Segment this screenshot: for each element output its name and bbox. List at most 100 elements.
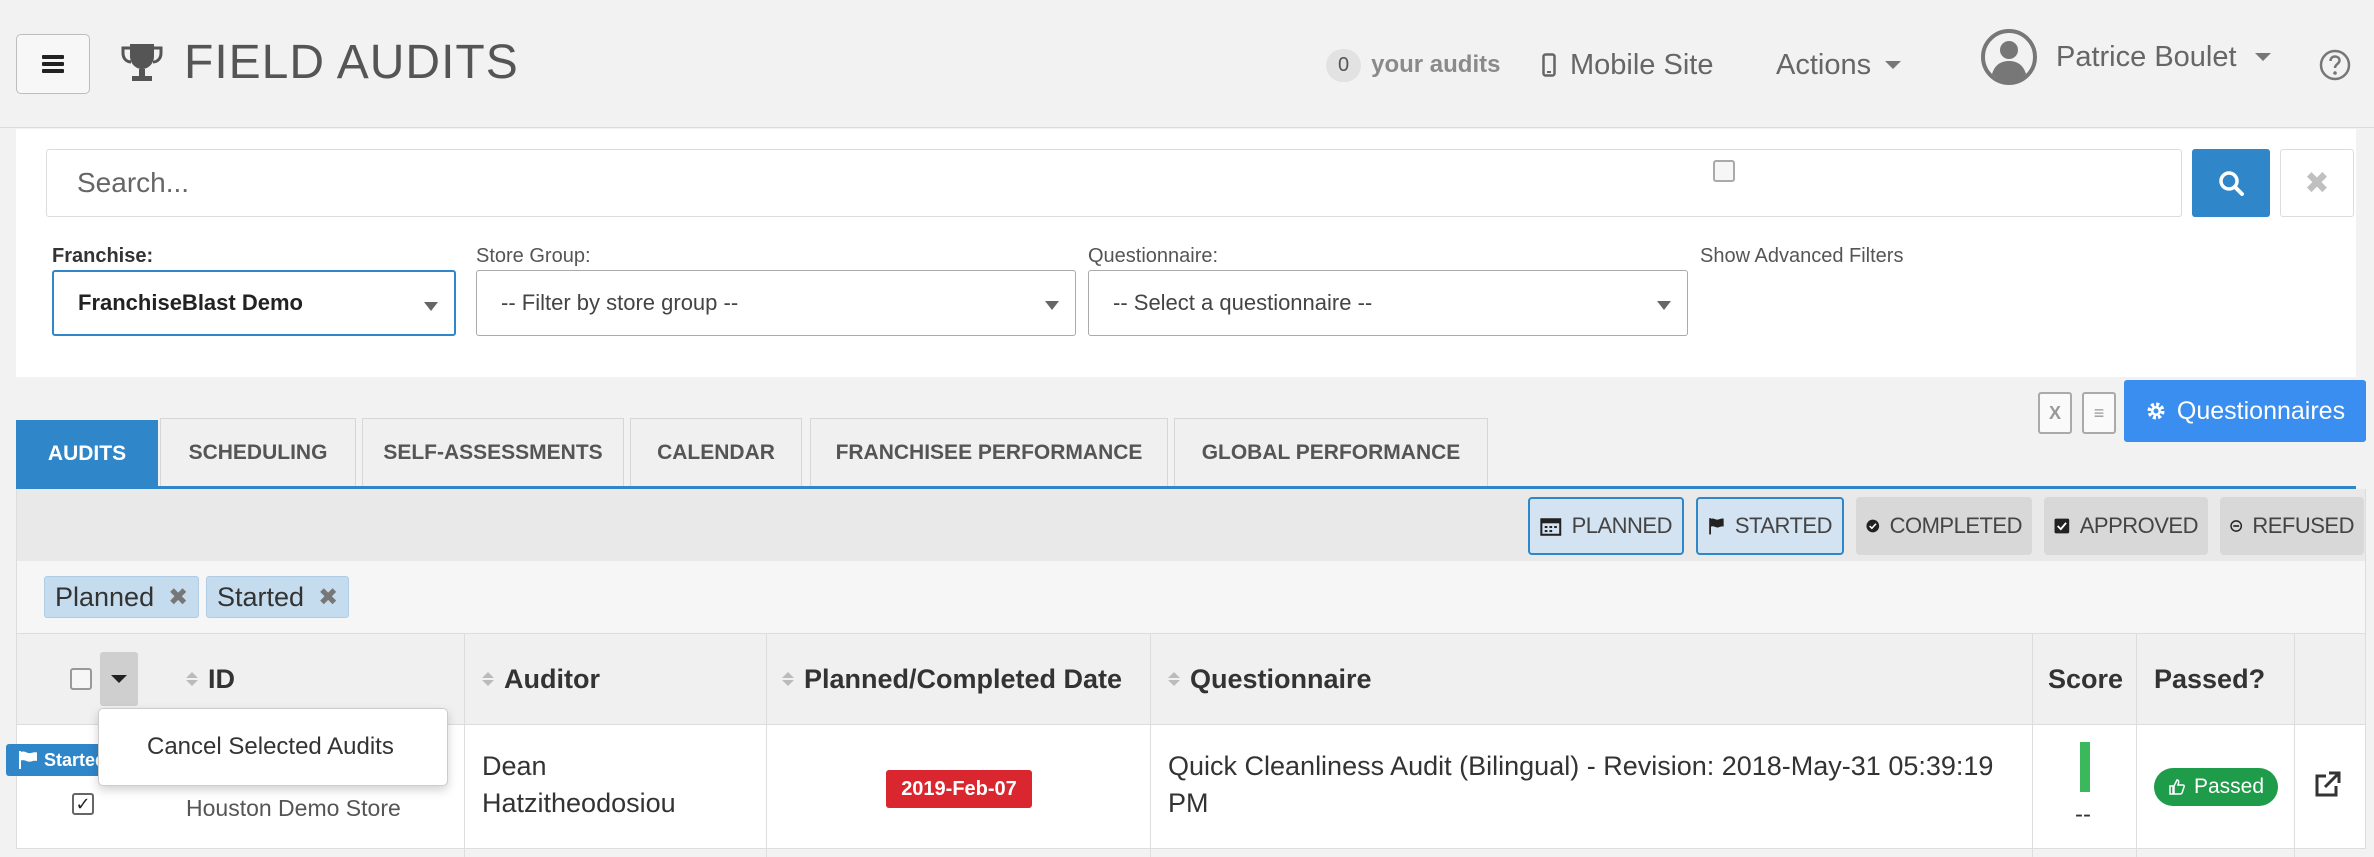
- tab-scheduling[interactable]: SCHEDULING: [160, 418, 356, 486]
- flag-icon: [18, 751, 37, 769]
- column-header-score: Score: [2048, 633, 2123, 725]
- gear-icon: [2147, 402, 2165, 420]
- column-divider: [766, 633, 767, 857]
- check-circle-icon: [1866, 519, 1880, 533]
- close-icon[interactable]: ✖: [168, 583, 188, 612]
- column-header-passed: Passed?: [2154, 633, 2265, 725]
- questionnaires-button[interactable]: Questionnaires: [2124, 380, 2366, 442]
- help-button[interactable]: [2318, 30, 2352, 100]
- chip-started[interactable]: Started ✖: [206, 576, 350, 618]
- document-export-icon[interactable]: ≡: [2082, 392, 2116, 434]
- chevron-down-icon: [111, 675, 127, 683]
- column-divider: [2136, 633, 2137, 857]
- column-divider: [1150, 633, 1151, 857]
- column-header-date-label: Planned/Completed Date: [804, 663, 1123, 694]
- advanced-filters-checkbox[interactable]: [1713, 160, 1735, 182]
- auditor-name-last: Hatzitheodosiou: [482, 788, 676, 818]
- tab-self-assessments[interactable]: SELF-ASSESSMENTS: [362, 418, 624, 486]
- questionnaire-value: -- Select a questionnaire --: [1113, 290, 1373, 315]
- sort-icon: [482, 672, 494, 686]
- chevron-down-icon: [424, 302, 438, 311]
- status-planned-label: PLANNED: [1571, 513, 1673, 538]
- auditor-name-first: Dean: [482, 751, 547, 781]
- status-started-label: STARTED: [1734, 513, 1833, 538]
- close-icon: ✖: [2304, 166, 2330, 200]
- store-group-value: -- Filter by store group --: [501, 290, 739, 315]
- column-header-passed-label: Passed?: [2154, 663, 2266, 694]
- passed-badge: Passed: [2154, 768, 2278, 806]
- search-button[interactable]: [2192, 149, 2270, 217]
- status-started-button[interactable]: STARTED: [1696, 497, 1844, 555]
- actions-dropdown[interactable]: Actions: [1776, 30, 1902, 100]
- chevron-down-icon: [1657, 301, 1671, 310]
- column-header-score-label: Score: [2048, 663, 2124, 694]
- mobile-site-link[interactable]: Mobile Site: [1542, 30, 1713, 100]
- excel-export-icon[interactable]: X: [2038, 392, 2072, 434]
- user-menu[interactable]: Patrice Boulet: [1980, 22, 2271, 92]
- column-divider: [2032, 633, 2033, 857]
- column-header-date[interactable]: Planned/Completed Date: [782, 633, 1122, 725]
- franchise-select[interactable]: FranchiseBlast Demo: [52, 270, 456, 336]
- user-name: Patrice Boulet: [2056, 40, 2237, 73]
- search-input[interactable]: [46, 149, 2182, 217]
- open-audit-link[interactable]: [2312, 770, 2342, 805]
- column-header-auditor-label: Auditor: [504, 663, 600, 694]
- tab-calendar[interactable]: CALENDAR: [630, 418, 802, 486]
- chip-planned[interactable]: Planned ✖: [44, 576, 200, 618]
- filter-panel: ✖ Franchise: FranchiseBlast Demo Store G…: [16, 129, 2356, 377]
- mobile-site-label: Mobile Site: [1570, 48, 1714, 81]
- bulk-actions-menu: Cancel Selected Audits: [98, 708, 448, 786]
- mobile-phone-icon: [1542, 53, 1556, 77]
- questionnaire-label: Questionnaire:: [1088, 245, 1219, 267]
- store-group-label: Store Group:: [476, 245, 591, 267]
- column-header-questionnaire-label: Questionnaire: [1190, 663, 1372, 694]
- franchise-value: FranchiseBlast Demo: [78, 290, 303, 315]
- cancel-selected-audits-item[interactable]: Cancel Selected Audits: [147, 733, 394, 761]
- score-value: --: [2075, 801, 2091, 828]
- column-header-auditor[interactable]: Auditor: [482, 633, 600, 725]
- passed-label: Passed: [2193, 775, 2265, 798]
- questionnaire-name-cont: PM: [1168, 788, 1209, 818]
- hamburger-menu-button[interactable]: [16, 34, 90, 94]
- tab-audits[interactable]: AUDITS: [16, 420, 158, 486]
- row-status-flag: Started: [6, 744, 106, 776]
- chevron-down-icon: [1045, 301, 1059, 310]
- tab-franchisee-performance[interactable]: FRANCHISEE PERFORMANCE: [810, 418, 1168, 486]
- actions-label: Actions: [1776, 48, 1872, 81]
- status-refused-label: REFUSED: [2252, 513, 2354, 538]
- row-status-label: Started: [43, 749, 106, 770]
- thumbs-up-icon: [2169, 779, 2185, 795]
- select-all-checkbox[interactable]: [70, 668, 92, 690]
- close-icon[interactable]: ✖: [318, 583, 338, 612]
- sort-icon: [782, 672, 794, 686]
- chevron-down-icon: [2254, 53, 2271, 61]
- page-title: FIELD AUDITS: [184, 35, 519, 89]
- column-header-questionnaire[interactable]: Questionnaire: [1168, 633, 1372, 725]
- flag-icon: [1709, 518, 1724, 535]
- planned-date-badge: 2019-Feb-07: [886, 770, 1032, 808]
- status-refused-button[interactable]: REFUSED: [2220, 497, 2364, 555]
- status-approved-button[interactable]: APPROVED: [2044, 497, 2208, 555]
- search-icon: [2219, 171, 2244, 196]
- clear-search-button[interactable]: ✖: [2280, 149, 2354, 217]
- row-checkbox[interactable]: ✓: [72, 793, 94, 815]
- store-name: Houston Demo Store: [186, 795, 401, 821]
- external-link-icon: [2315, 771, 2341, 797]
- status-completed-button[interactable]: COMPLETED: [1856, 497, 2032, 555]
- hamburger-icon: [42, 55, 64, 73]
- store-group-select[interactable]: -- Filter by store group --: [476, 270, 1076, 336]
- trophy-icon: [121, 44, 163, 81]
- your-audits-label: your audits: [1371, 51, 1501, 78]
- chevron-down-icon: [1885, 61, 1902, 69]
- chip-planned-label: Planned: [55, 581, 155, 612]
- bulk-actions-toggle[interactable]: [100, 652, 138, 706]
- questionnaire-select[interactable]: -- Select a questionnaire --: [1088, 270, 1688, 336]
- brand[interactable]: FIELD AUDITS: [120, 30, 519, 94]
- status-planned-button[interactable]: PLANNED: [1528, 497, 1684, 555]
- score-bar: [2080, 742, 2090, 792]
- audit-count-badge: 0: [1326, 48, 1362, 82]
- questionnaire-name: Quick Cleanliness Audit (Bilingual) - Re…: [1168, 751, 1994, 781]
- chip-started-label: Started: [217, 581, 305, 612]
- your-audits-link[interactable]: 0 your audits: [1326, 30, 1500, 100]
- tab-global-performance[interactable]: GLOBAL PERFORMANCE: [1174, 418, 1488, 486]
